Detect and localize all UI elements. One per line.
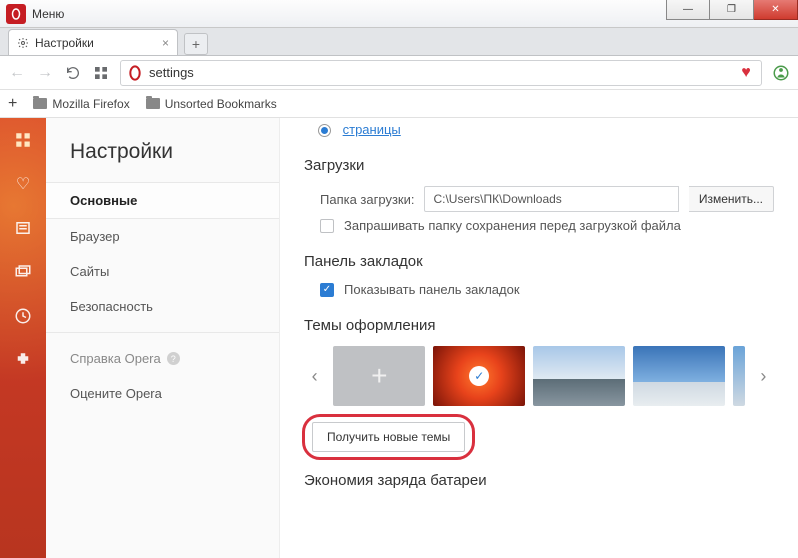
show-bookmarks-checkbox[interactable] bbox=[320, 283, 334, 297]
theme-tile-partial[interactable] bbox=[733, 346, 745, 406]
settings-content: страницы Загрузки Папка загрузки: Измени… bbox=[280, 118, 798, 558]
maximize-button[interactable]: ❐ bbox=[710, 0, 754, 20]
show-bookmarks-label: Показывать панель закладок bbox=[344, 282, 520, 297]
gear-icon bbox=[17, 37, 29, 49]
download-folder-label: Папка загрузки: bbox=[320, 192, 414, 207]
nav-sites[interactable]: Сайты bbox=[46, 254, 279, 289]
speed-dial-button[interactable] bbox=[92, 64, 110, 82]
opera-menu-button[interactable] bbox=[6, 4, 26, 24]
navigation-toolbar: ← → ♥ bbox=[0, 56, 798, 90]
download-folder-row: Папка загрузки: Изменить... bbox=[320, 186, 774, 212]
settings-heading: Настройки bbox=[46, 140, 279, 182]
check-icon: ✓ bbox=[469, 366, 489, 386]
rail-extensions-icon[interactable] bbox=[13, 350, 33, 370]
sync-button[interactable] bbox=[772, 64, 790, 82]
radio-icon[interactable] bbox=[318, 124, 331, 137]
bookmarks-bar: + Mozilla Firefox Unsorted Bookmarks bbox=[0, 90, 798, 118]
menu-label[interactable]: Меню bbox=[32, 7, 64, 21]
rail-bookmarks-icon[interactable]: ♡ bbox=[13, 174, 33, 194]
new-tab-button[interactable]: + bbox=[184, 33, 208, 55]
reload-button[interactable] bbox=[64, 64, 82, 82]
set-pages-link[interactable]: страницы bbox=[343, 122, 401, 137]
startup-option-truncated: страницы bbox=[304, 118, 774, 137]
add-bookmark-button[interactable]: + bbox=[8, 95, 17, 113]
tab-title: Настройки bbox=[35, 36, 94, 50]
get-themes-wrap: Получить новые темы bbox=[312, 422, 465, 452]
minimize-button[interactable]: — bbox=[666, 0, 710, 20]
show-bookmarks-row: Показывать панель закладок bbox=[320, 282, 774, 297]
rail-tabs-icon[interactable] bbox=[13, 262, 33, 282]
section-downloads-title: Загрузки bbox=[304, 157, 774, 174]
window-titlebar: Меню — ❐ ✕ bbox=[0, 0, 798, 28]
rail-speed-dial-icon[interactable] bbox=[13, 130, 33, 150]
side-rail: ♡ bbox=[0, 118, 46, 558]
bookmark-folder[interactable]: Mozilla Firefox bbox=[33, 97, 129, 111]
change-folder-button[interactable]: Изменить... bbox=[689, 186, 774, 212]
close-button[interactable]: ✕ bbox=[754, 0, 798, 20]
tab-close-icon[interactable]: × bbox=[162, 36, 169, 50]
main-area: ♡ Настройки Основные Браузер Сайты Безоп… bbox=[0, 118, 798, 558]
address-input[interactable] bbox=[149, 65, 737, 80]
nav-browser[interactable]: Браузер bbox=[46, 219, 279, 254]
rail-news-icon[interactable] bbox=[13, 218, 33, 238]
plus-icon: + bbox=[371, 360, 387, 392]
theme-tile[interactable] bbox=[533, 346, 625, 406]
help-icon: ? bbox=[167, 352, 180, 365]
get-themes-button[interactable]: Получить новые темы bbox=[312, 422, 465, 452]
section-bookmarks-title: Панель закладок bbox=[304, 253, 774, 270]
settings-sidebar: Настройки Основные Браузер Сайты Безопас… bbox=[46, 118, 280, 558]
tab-strip: Настройки × + bbox=[0, 28, 798, 56]
opera-icon bbox=[127, 65, 143, 81]
forward-button[interactable]: → bbox=[36, 64, 54, 82]
window-controls: — ❐ ✕ bbox=[666, 0, 798, 20]
nav-separator bbox=[46, 332, 279, 333]
opera-icon bbox=[10, 8, 22, 20]
ask-save-checkbox[interactable] bbox=[320, 219, 334, 233]
theme-tile-selected[interactable]: ✓ bbox=[433, 346, 525, 406]
nav-help[interactable]: Справка Opera ? bbox=[46, 341, 279, 376]
back-button[interactable]: ← bbox=[8, 64, 26, 82]
section-themes-title: Темы оформления bbox=[304, 317, 774, 334]
download-folder-input[interactable] bbox=[424, 186, 678, 212]
ask-save-label: Запрашивать папку сохранения перед загру… bbox=[344, 218, 681, 233]
themes-prev-button[interactable]: ‹ bbox=[304, 346, 325, 406]
nav-basic[interactable]: Основные bbox=[46, 182, 279, 219]
themes-next-button[interactable]: › bbox=[753, 346, 774, 406]
theme-add-tile[interactable]: + bbox=[333, 346, 425, 406]
section-battery-title: Экономия заряда батареи bbox=[304, 472, 774, 489]
bookmark-label: Mozilla Firefox bbox=[52, 97, 129, 111]
folder-icon bbox=[33, 98, 47, 109]
folder-icon bbox=[146, 98, 160, 109]
theme-tile[interactable] bbox=[633, 346, 725, 406]
themes-carousel: ‹ + ✓ › bbox=[304, 346, 774, 406]
ask-save-row: Запрашивать папку сохранения перед загру… bbox=[320, 218, 774, 233]
bookmark-heart-icon[interactable]: ♥ bbox=[737, 64, 755, 82]
nav-security[interactable]: Безопасность bbox=[46, 289, 279, 324]
bookmark-folder[interactable]: Unsorted Bookmarks bbox=[146, 97, 277, 111]
nav-rate[interactable]: Оцените Opera bbox=[46, 376, 279, 411]
bookmark-label: Unsorted Bookmarks bbox=[165, 97, 277, 111]
rail-history-icon[interactable] bbox=[13, 306, 33, 326]
tab-settings[interactable]: Настройки × bbox=[8, 29, 178, 55]
address-bar[interactable]: ♥ bbox=[120, 60, 762, 86]
nav-help-label: Справка Opera bbox=[70, 351, 161, 366]
